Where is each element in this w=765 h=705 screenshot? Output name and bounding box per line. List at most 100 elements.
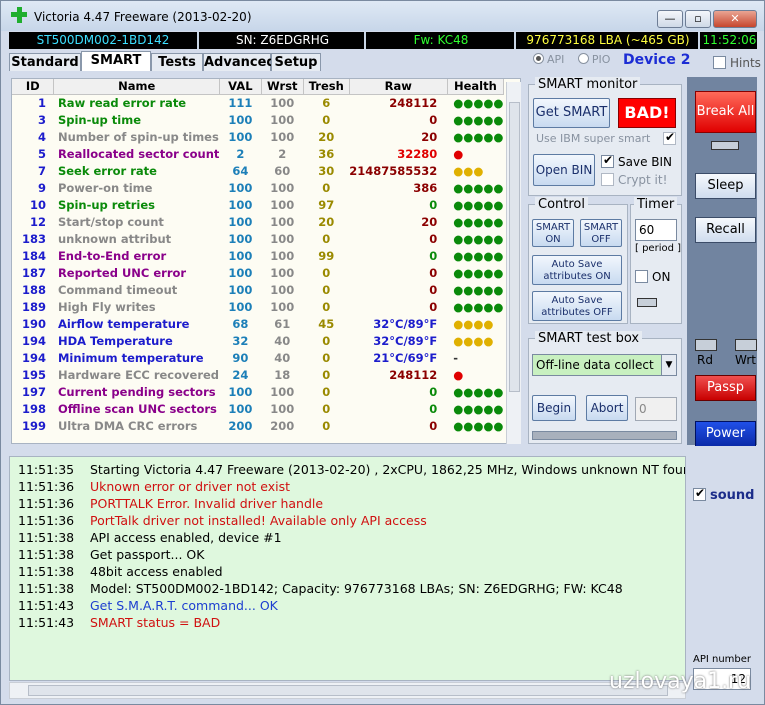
crypt-option[interactable]: Crypt it! (601, 173, 667, 187)
log-horizontal-scrollbar[interactable] (9, 682, 686, 699)
table-row[interactable]: 7 Seek error rate 64 60 30 21487585532 ●●● (12, 163, 504, 180)
minimize-button[interactable]: — (657, 10, 683, 28)
smart-on-button[interactable]: SMART ON (532, 219, 574, 247)
table-row[interactable]: 12 Start/stop count 100 100 20 20 ●●●●● (12, 214, 504, 231)
column-header-name[interactable]: Name (53, 79, 220, 95)
table-row[interactable]: 187 Reported UNC error 100 100 0 0 ●●●●● (12, 265, 504, 282)
log-line: 11:51:38 Get passport... OK (18, 547, 204, 564)
get-smart-button[interactable]: Get SMART (533, 98, 610, 128)
column-header-raw[interactable]: Raw (349, 79, 448, 95)
app-window: Victoria 4.47 Freeware (2013-02-20) — ▫ … (0, 0, 765, 705)
table-row[interactable]: 199 Ultra DMA CRC errors 200 200 0 0 ●●●●● (12, 418, 504, 435)
table-row[interactable]: 1 Raw read error rate 111 100 6 248112 ●●●●● (12, 94, 504, 112)
tab-smart[interactable]: SMART (81, 51, 151, 71)
sleep-button[interactable]: Sleep (695, 173, 756, 199)
event-log: 11:51:35 Starting Victoria 4.47 Freeware … (9, 456, 686, 681)
tab-setup[interactable]: Setup (271, 53, 321, 71)
column-header-health[interactable]: Health (447, 79, 505, 95)
sound-checkbox[interactable] (693, 486, 706, 501)
autosave-off-button[interactable]: Auto Save attributes OFF (532, 291, 622, 321)
table-row[interactable]: 5 Reallocated sector count 2 2 36 32280 ● (12, 146, 504, 163)
table-row[interactable]: 184 End-to-End error 100 100 99 0 ●●●●● (12, 248, 504, 265)
smart-off-button[interactable]: SMART OFF (580, 219, 622, 247)
attr-name: Start/stop count (57, 214, 164, 229)
table-row[interactable]: 194 HDA Temperature 32 40 0 32°C/89°F ●●●● (12, 333, 504, 350)
table-row[interactable]: 197 Current pending sectors 100 100 0 0 ●●●●● (12, 384, 504, 401)
passp-button[interactable]: Passp (695, 375, 756, 401)
column-header-val[interactable]: VAL (219, 79, 262, 95)
log-message: API access enabled, device #1 (90, 530, 282, 545)
table-vertical-scrollbar[interactable] (506, 82, 521, 444)
recall-button[interactable]: Recall (695, 217, 756, 243)
log-line: 11:51:36 Uknown error or driver not exist (18, 479, 290, 496)
tab-advanced[interactable]: Advanced (203, 53, 276, 71)
attr-name: Spin-up retries (57, 197, 156, 212)
scroll-thumb[interactable] (28, 685, 668, 696)
smart-test-box-title: SMART test box (535, 331, 643, 346)
attr-id: 10 (29, 197, 46, 212)
timer-input[interactable]: 60 (635, 219, 677, 241)
attr-raw: 0 (429, 248, 438, 263)
attr-name: Reallocated sector count (57, 146, 220, 161)
hints-checkbox[interactable]: Hints (713, 56, 761, 70)
scroll-thumb[interactable] (509, 102, 520, 392)
attr-health: ●●●●● (453, 214, 504, 229)
attr-value: 68 (232, 316, 249, 331)
table-row[interactable]: 3 Spin-up time 100 100 0 0 ●●●●● (12, 112, 504, 129)
power-button[interactable]: Power (695, 421, 756, 447)
table-row[interactable]: 198 Offline scan UNC sectors 100 100 0 0 ●●●●● (12, 401, 504, 418)
tab-standard[interactable]: Standard (9, 53, 81, 71)
table-row[interactable]: 10 Spin-up retries 100 100 97 0 ●●●●● (12, 197, 504, 214)
table-row[interactable]: 189 High Fly writes 100 100 0 0 ●●●●● (12, 299, 504, 316)
column-header-id[interactable]: ID (12, 79, 55, 95)
begin-button[interactable]: Begin (532, 395, 576, 421)
sound-option[interactable]: sound (693, 486, 755, 503)
attr-threshold: 0 (322, 231, 331, 246)
column-header-tresh[interactable]: Tresh (303, 79, 350, 95)
autosave-on-button[interactable]: Auto Save attributes ON (532, 255, 622, 285)
table-row[interactable]: 194 Minimum temperature 90 40 0 21°C/69°F - (12, 350, 504, 367)
attr-value: 100 (228, 401, 253, 416)
attr-health: ●●●●● (453, 282, 504, 297)
timer-on-option[interactable]: ON (635, 270, 670, 284)
table-row[interactable]: 195 Hardware ECC recovered 24 18 0 248112 ● (12, 367, 504, 384)
table-row[interactable]: 190 Airflow temperature 68 61 45 32°C/89°F ●●●… (12, 316, 504, 333)
table-row[interactable]: 188 Command timeout 100 100 0 0 ●●●●● (12, 282, 504, 299)
table-row[interactable]: 183 unknown attribut 100 100 0 0 ●●●●● (12, 231, 504, 248)
test-type-select[interactable]: Off-line data collect ▼ (532, 354, 677, 376)
timer-on-checkbox[interactable] (635, 270, 648, 283)
open-bin-button[interactable]: Open BIN (533, 154, 595, 186)
api-radio[interactable] (533, 53, 544, 64)
table-row[interactable]: 4 Number of spin-up times 100 100 20 20 ●●●●● (12, 129, 504, 146)
attr-value: 200 (228, 418, 253, 433)
ibm-super-smart-checkbox[interactable] (663, 130, 676, 145)
sound-label: sound (710, 488, 755, 503)
abort-button[interactable]: Abort (586, 395, 628, 421)
attr-threshold: 20 (318, 214, 335, 229)
table-row[interactable]: 9 Power-on time 100 100 0 386 ●●●●● (12, 180, 504, 197)
attr-id: 188 (21, 282, 46, 297)
chevron-down-icon[interactable]: ▼ (661, 355, 676, 375)
save-bin-option[interactable]: Save BIN (601, 153, 672, 169)
log-time: 11:51:35 (18, 462, 75, 477)
close-button[interactable]: ✕ (713, 10, 757, 28)
smart-status-badge: BAD! (618, 98, 676, 128)
pio-radio[interactable] (577, 53, 589, 64)
attr-worst: 18 (274, 367, 291, 382)
break-all-button[interactable]: Break All (695, 91, 756, 133)
attr-id: 9 (37, 180, 46, 195)
column-header-wrst[interactable]: Wrst (261, 79, 304, 95)
log-message: Model: ST500DM002-1BD142; Capacity: 9767… (90, 581, 623, 596)
hints-check-box[interactable] (713, 56, 726, 69)
tab-tests[interactable]: Tests (151, 53, 203, 71)
log-message: 48bit access enabled (90, 564, 223, 579)
test-progress-input[interactable]: 0 (635, 397, 677, 421)
maximize-button[interactable]: ▫ (685, 10, 711, 28)
crypt-checkbox[interactable] (601, 173, 614, 186)
attr-value: 100 (228, 384, 253, 399)
attr-name: Raw read error rate (57, 95, 187, 110)
attr-name: Offline scan UNC sectors (57, 401, 217, 416)
save-bin-checkbox[interactable] (601, 153, 614, 168)
attr-name: High Fly writes (57, 299, 156, 314)
attr-worst: 61 (274, 316, 291, 331)
